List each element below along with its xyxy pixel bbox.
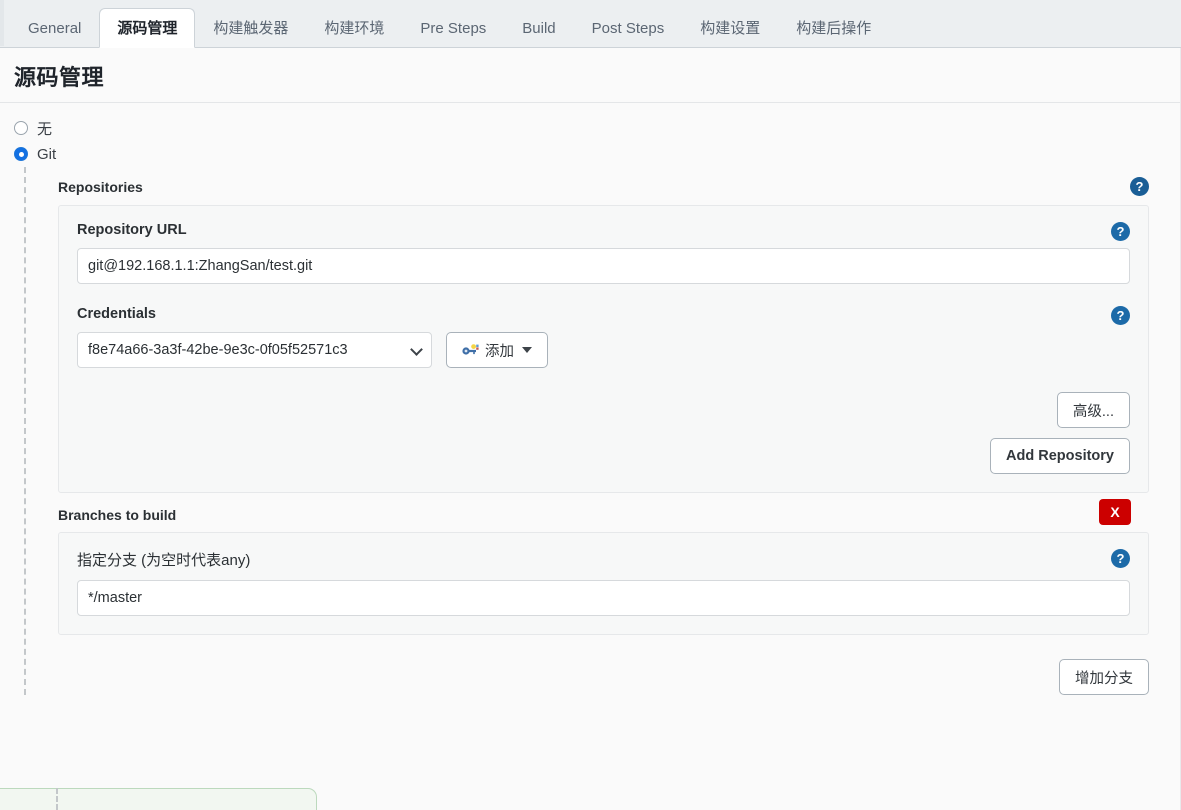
advanced-button[interactable]: 高级... [1057,392,1130,428]
repository-url-header: Repository URL ? [77,222,1130,248]
repository-panel: Repository URL ? Credentials ? f8e74a66-… [58,205,1149,493]
config-tab-bar: General 源码管理 构建触发器 构建环境 Pre Steps Build … [0,0,1181,48]
repositories-label: Repositories [58,179,143,195]
add-credentials-label: 添加 [485,340,514,361]
next-section-panel [0,788,317,810]
tab-build-environment[interactable]: 构建环境 [306,8,402,48]
scm-option-none[interactable]: 无 [14,115,1167,141]
caret-down-icon [522,347,532,353]
tab-post-steps[interactable]: Post Steps [574,8,683,48]
add-credentials-button[interactable]: 添加 [446,332,548,368]
tab-build-triggers[interactable]: 构建触发器 [195,8,306,48]
branch-specifier-input[interactable] [77,580,1130,616]
tab-build-settings[interactable]: 构建设置 [682,8,778,48]
credentials-select-wrap: f8e74a66-3a3f-42be-9e3c-0f05f52571c3 [77,332,432,368]
git-config-region: Repositories ? Repository URL ? Credenti… [24,167,1167,695]
radio-none[interactable] [14,121,28,135]
page-title: 源码管理 [14,60,1167,102]
tab-source-code-management[interactable]: 源码管理 [99,8,195,48]
add-repository-button-row: Add Repository [77,428,1130,474]
help-icon-branch-specifier[interactable]: ? [1111,549,1130,568]
key-icon [462,344,479,357]
scm-section: 无 Git Repositories ? Repository URL ? Cr… [0,103,1181,695]
add-branch-button-row: 增加分支 [58,635,1149,695]
branch-panel: 指定分支 (为空时代表any) ? [58,532,1149,635]
add-branch-button[interactable]: 增加分支 [1059,659,1149,695]
branch-specifier-label: 指定分支 (为空时代表any) [77,549,250,580]
branch-specifier-header: 指定分支 (为空时代表any) ? [77,549,1130,580]
credentials-row: f8e74a66-3a3f-42be-9e3c-0f05f52571c3 [77,332,1130,368]
branches-section: Branches to build X 指定分支 (为空时代表any) ? 增加… [58,493,1149,695]
scm-option-none-label: 无 [37,118,52,139]
credentials-label: Credentials [77,306,156,332]
tab-pre-steps[interactable]: Pre Steps [402,8,504,48]
branches-label: Branches to build [58,507,176,523]
tab-post-build-actions[interactable]: 构建后操作 [778,8,889,48]
help-icon-repository-url[interactable]: ? [1111,222,1130,241]
credentials-header: Credentials ? [77,306,1130,332]
credentials-select[interactable]: f8e74a66-3a3f-42be-9e3c-0f05f52571c3 [77,332,432,368]
help-icon-credentials[interactable]: ? [1111,306,1130,325]
scm-option-git-label: Git [37,146,56,163]
delete-branch-button[interactable]: X [1099,499,1131,525]
branches-header: Branches to build [58,507,1149,532]
repositories-header: Repositories ? [58,177,1149,205]
help-icon-repositories[interactable]: ? [1130,177,1149,196]
page-header: 源码管理 [0,48,1181,102]
repository-url-input[interactable] [77,248,1130,284]
add-repository-button[interactable]: Add Repository [990,438,1130,474]
scm-option-git[interactable]: Git [14,141,1167,167]
radio-git[interactable] [14,147,28,161]
tab-general[interactable]: General [10,8,99,48]
nested-dash-guide [56,788,58,810]
advanced-button-row: 高级... [77,368,1130,428]
repository-url-label: Repository URL [77,222,187,248]
tab-build[interactable]: Build [504,8,573,48]
